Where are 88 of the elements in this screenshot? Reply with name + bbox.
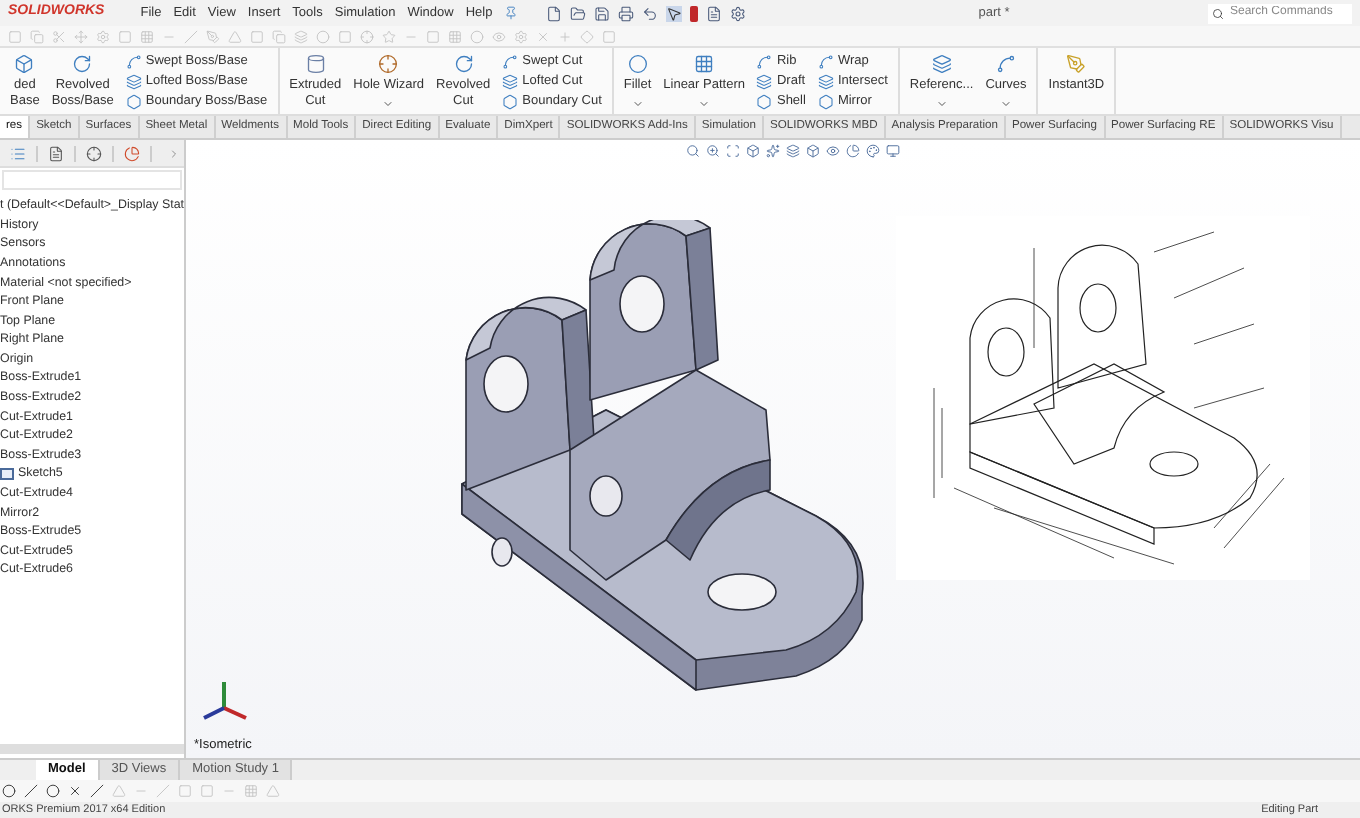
curve-icon [125, 53, 142, 69]
chevron-right-icon[interactable] [168, 147, 180, 159]
copy-icon[interactable] [30, 29, 44, 43]
folder-icon[interactable] [570, 5, 587, 21]
grid-icon[interactable] [140, 29, 154, 43]
hexagon-icon [502, 93, 519, 109]
print-icon[interactable] [618, 5, 635, 21]
square-icon[interactable] [118, 29, 132, 43]
scrollbar[interactable] [0, 744, 184, 754]
document-icon[interactable] [706, 5, 723, 21]
curve-icon [756, 53, 773, 69]
layers-icon [931, 54, 952, 74]
layers-icon [817, 73, 834, 89]
save-icon[interactable] [594, 5, 611, 21]
cross-icon[interactable] [68, 784, 82, 798]
cube-icon[interactable] [746, 144, 760, 158]
triangle-icon[interactable] [112, 784, 126, 798]
square-icon[interactable] [338, 29, 352, 43]
caret-icon[interactable] [999, 98, 1012, 110]
sparkle-icon[interactable] [766, 144, 780, 158]
palette-icon[interactable] [866, 144, 880, 158]
diamond-icon[interactable] [580, 29, 594, 43]
curve-icon [502, 53, 519, 69]
axis-triad-icon [203, 682, 247, 720]
traffic-light-icon[interactable] [690, 5, 699, 21]
rotate-icon [72, 54, 93, 74]
line-icon[interactable] [90, 784, 104, 798]
square-icon[interactable] [250, 29, 264, 43]
circle-icon[interactable] [46, 784, 60, 798]
square-icon[interactable] [200, 784, 214, 798]
search-icon[interactable] [686, 144, 700, 158]
square-icon[interactable] [426, 29, 440, 43]
layers-icon[interactable] [786, 144, 800, 158]
caret-icon[interactable] [631, 98, 644, 110]
move-icon[interactable] [74, 29, 88, 43]
document-icon[interactable] [48, 145, 64, 161]
minus-icon[interactable] [134, 784, 148, 798]
pen-icon [1066, 54, 1087, 74]
cube-icon[interactable] [806, 144, 820, 158]
triangle-icon[interactable] [228, 29, 242, 43]
caret-icon[interactable] [698, 98, 711, 110]
sketch-icon [0, 468, 14, 481]
eye-icon[interactable] [826, 144, 840, 158]
caret-icon[interactable] [382, 98, 395, 110]
star-icon[interactable] [382, 29, 396, 43]
cylinder-icon [305, 54, 326, 74]
pie-icon[interactable] [124, 145, 140, 161]
undo-icon[interactable] [642, 5, 659, 21]
scissors-icon[interactable] [52, 29, 66, 43]
crosshair-icon[interactable] [86, 145, 102, 161]
new-file-icon[interactable] [546, 5, 563, 21]
circle-icon [627, 54, 648, 74]
layers-icon [502, 73, 519, 89]
square-icon[interactable] [8, 29, 22, 43]
line-icon[interactable] [24, 784, 38, 798]
square-icon[interactable] [602, 29, 616, 43]
gear-icon[interactable] [730, 5, 747, 21]
square-icon[interactable] [178, 784, 192, 798]
hexagon-icon [817, 93, 834, 109]
pin-icon[interactable] [504, 6, 519, 20]
cube-icon [14, 54, 35, 74]
curve-icon [995, 54, 1016, 74]
pen-icon[interactable] [206, 29, 220, 43]
pie-icon[interactable] [846, 144, 860, 158]
filter-field[interactable] [2, 170, 182, 190]
minus-icon[interactable] [222, 784, 236, 798]
monitor-icon[interactable] [886, 144, 900, 158]
rotate-icon [453, 54, 474, 74]
circle-icon[interactable] [2, 784, 16, 798]
copy-icon[interactable] [272, 29, 286, 43]
grid-icon [694, 54, 715, 74]
close-icon[interactable] [536, 29, 550, 43]
triangle-icon[interactable] [266, 784, 280, 798]
hexagon-icon [756, 93, 773, 109]
caret-icon[interactable] [935, 98, 948, 110]
search-icon [1212, 7, 1224, 19]
zoom-icon[interactable] [706, 144, 720, 158]
grid-icon[interactable] [448, 29, 462, 43]
scan-icon[interactable] [726, 144, 740, 158]
crosshair-icon [378, 54, 399, 74]
pointer-icon[interactable] [666, 5, 683, 21]
plus-icon[interactable] [558, 29, 572, 43]
list-icon[interactable] [10, 145, 26, 161]
grid-icon[interactable] [244, 784, 258, 798]
curve-icon [817, 53, 834, 69]
layers-icon [756, 73, 773, 89]
hexagon-icon [125, 93, 142, 109]
layers-icon [125, 73, 142, 89]
